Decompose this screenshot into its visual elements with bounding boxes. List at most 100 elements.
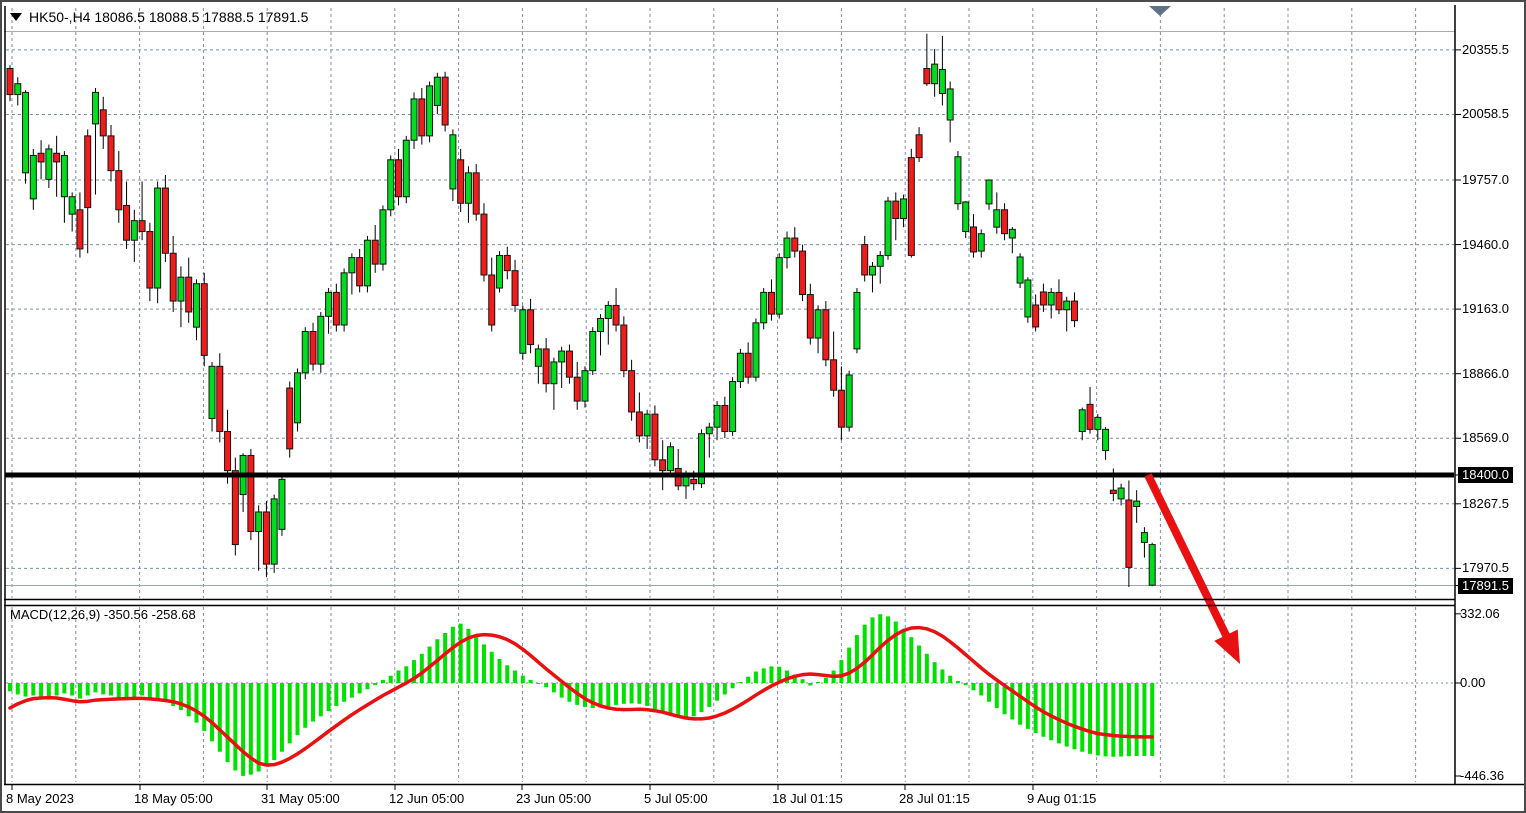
macd-histogram-bar <box>443 633 447 683</box>
candle-down <box>823 310 829 360</box>
price-axis-label-highlighted: 17891.5 <box>1458 578 1513 594</box>
candle-up <box>1149 545 1155 586</box>
candle-down <box>1126 500 1132 567</box>
time-axis-label: 28 Jul 01:15 <box>899 791 970 806</box>
candle-up <box>963 202 969 232</box>
macd-histogram-bar <box>86 683 90 696</box>
macd-histogram-bar <box>902 629 906 683</box>
time-axis-label: 18 Jul 01:15 <box>772 791 843 806</box>
time-axis-label: 5 Jul 05:00 <box>644 791 708 806</box>
macd-histogram-bar <box>529 680 533 683</box>
macd-histogram-bar <box>1111 683 1115 757</box>
macd-histogram-bar <box>70 683 74 696</box>
macd-histogram-bar <box>894 622 898 683</box>
candle-down <box>660 460 666 471</box>
macd-histogram-bar <box>187 683 191 716</box>
trend-arrow-head-icon[interactable] <box>1214 630 1240 664</box>
macd-histogram-bar <box>933 662 937 683</box>
candle-up <box>1017 257 1023 283</box>
candle-up <box>302 332 308 373</box>
macd-histogram-bar <box>1057 683 1061 743</box>
candle-down <box>908 158 914 256</box>
macd-histogram-bar <box>746 677 750 683</box>
candle-up <box>869 266 875 275</box>
current-bar-marker-icon <box>1149 6 1171 16</box>
price-axis-label: 19757.0 <box>1462 172 1509 187</box>
macd-histogram-bar <box>117 683 121 698</box>
macd-histogram-bar <box>482 644 486 683</box>
macd-histogram-bar <box>319 683 323 716</box>
candle-down <box>225 432 231 471</box>
macd-histogram-bar <box>870 617 874 683</box>
candle-up <box>939 70 945 94</box>
chart-canvas[interactable] <box>2 2 1526 813</box>
macd-histogram-bar <box>544 683 548 687</box>
macd-histogram-bar <box>645 683 649 706</box>
macd-histogram-bar <box>1072 683 1076 749</box>
candle-down <box>372 240 378 264</box>
macd-histogram-bar <box>334 683 338 706</box>
candle-up <box>465 173 471 203</box>
candle-up <box>559 351 565 362</box>
candle-down <box>1087 404 1093 429</box>
macd-histogram-bar <box>62 683 66 693</box>
macd-histogram-bar <box>847 648 851 683</box>
candle-down <box>800 251 806 294</box>
symbol-dropdown-icon[interactable] <box>10 13 22 21</box>
candle-down <box>38 153 44 162</box>
candle-up <box>434 77 440 105</box>
macd-histogram-bar <box>684 683 688 718</box>
macd-histogram-bar <box>583 683 587 707</box>
macd-histogram-bar <box>202 683 206 731</box>
candle-up <box>1079 410 1085 432</box>
candle-up <box>978 234 984 251</box>
candle-up <box>1009 229 1015 238</box>
macd-histogram-bar <box>909 637 913 683</box>
macd-histogram-bar <box>389 676 393 683</box>
candle-down <box>745 353 751 377</box>
macd-histogram-bar <box>498 659 502 683</box>
candle-down <box>7 68 13 94</box>
candle-up <box>706 427 712 434</box>
candle-down <box>85 136 91 208</box>
price-axis-label: 17970.5 <box>1462 560 1509 575</box>
macd-histogram-bar <box>241 683 245 776</box>
macd-histogram-bar <box>342 683 346 702</box>
macd-histogram-bar <box>16 683 20 694</box>
candle-down <box>481 214 487 275</box>
candle-down <box>504 255 510 270</box>
candle-down <box>396 160 402 197</box>
candle-up <box>294 373 300 423</box>
candle-down <box>543 349 549 384</box>
macd-histogram-bar <box>373 683 377 685</box>
candle-up <box>388 160 394 210</box>
macd-histogram-bar <box>327 683 331 711</box>
candle-down <box>108 136 114 171</box>
candle-down <box>893 201 899 218</box>
macd-histogram-bar <box>210 683 214 741</box>
candle-up <box>193 284 199 327</box>
trading-chart-window: HK50-,H4 18086.5 18088.5 17888.5 17891.5… <box>0 0 1526 813</box>
macd-histogram-bar <box>132 683 136 698</box>
macd-histogram-bar <box>715 683 719 701</box>
macd-histogram-bar <box>303 683 307 728</box>
macd-histogram-bar <box>311 683 315 722</box>
macd-histogram-bar <box>614 683 618 705</box>
macd-histogram-bar <box>637 683 641 704</box>
price-axis-label: 19460.0 <box>1462 237 1509 252</box>
candle-up <box>598 318 604 331</box>
macd-histogram-bar <box>55 683 59 696</box>
macd-histogram-bar <box>288 683 292 743</box>
macd-histogram-bar <box>769 666 773 683</box>
candle-down <box>924 68 930 83</box>
candle-up <box>427 86 433 136</box>
candle-up <box>535 349 541 366</box>
macd-histogram-bar <box>1026 683 1030 729</box>
candle-down <box>201 284 207 356</box>
macd-histogram-bar <box>948 676 952 683</box>
price-axis-label: 18267.5 <box>1462 496 1509 511</box>
macd-histogram-bar <box>397 671 401 684</box>
candle-up <box>92 92 98 124</box>
macd-histogram-bar <box>668 683 672 715</box>
candle-up <box>178 277 184 301</box>
